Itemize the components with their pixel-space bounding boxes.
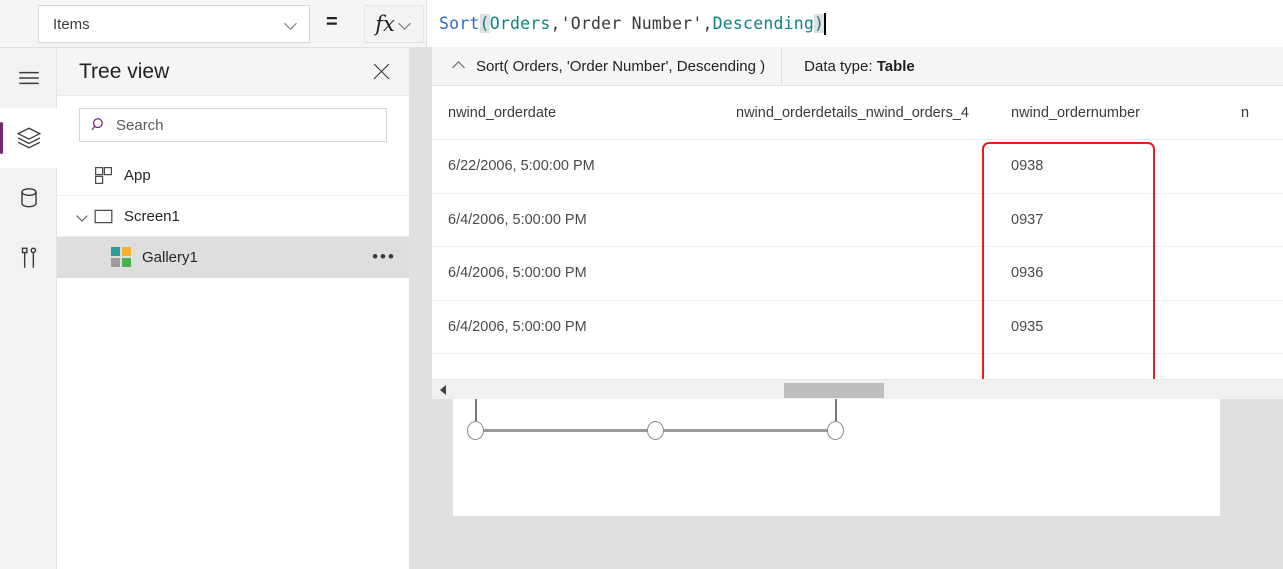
tree-view-header: Tree view <box>57 48 409 96</box>
horizontal-scrollbar[interactable] <box>432 379 1283 399</box>
table-row[interactable]: 6/22/2006, 5:00:00 PM 0938 <box>432 140 1283 194</box>
table-header-row: nwind_orderdate nwind_orderdetails_nwind… <box>432 86 1283 140</box>
tree-item-screen1[interactable]: Screen1 <box>57 196 409 237</box>
search-placeholder: Search <box>116 116 164 134</box>
formula-token-order-number: 'Order Number' <box>560 14 703 33</box>
formula-result-pane: Sort( Orders, 'Order Number', Descending… <box>432 46 1283 404</box>
selection-overlay <box>453 399 1220 516</box>
table-row[interactable]: 6/4/2006, 5:00:00 PM 0937 <box>432 194 1283 247</box>
formula-comma-2: , <box>702 14 713 33</box>
media-tools-icon <box>21 247 36 268</box>
formula-comma-1: , <box>550 14 561 33</box>
database-icon <box>20 188 37 208</box>
scroll-left-arrow-icon[interactable] <box>432 380 454 400</box>
resize-handle-icon[interactable] <box>827 421 844 440</box>
tree-item-label: Screen1 <box>124 207 180 225</box>
data-type-label: Data type: <box>804 57 873 75</box>
close-icon[interactable] <box>371 61 393 83</box>
cell-orderdate: 6/4/2006, 5:00:00 PM <box>448 318 587 335</box>
tree-item-overflow-button[interactable]: ••• <box>369 247 399 267</box>
app-grid-icon <box>95 166 112 184</box>
cell-ordernumber: 0937 <box>1011 211 1044 228</box>
scrollbar-thumb[interactable] <box>784 383 884 398</box>
column-header-ordernumber[interactable]: nwind_ordernumber <box>995 105 1225 121</box>
cell-ordernumber: 0935 <box>1011 318 1044 335</box>
result-header: Sort( Orders, 'Order Number', Descending… <box>432 46 1283 86</box>
tree-item-app[interactable]: App <box>57 155 409 196</box>
result-formula-summary-row[interactable]: Sort( Orders, 'Order Number', Descending… <box>432 46 783 86</box>
tree-item-label: Gallery1 <box>142 248 198 266</box>
hamburger-menu-icon <box>18 71 39 85</box>
table-row[interactable]: 6/4/2006, 5:00:00 PM 0935 <box>432 301 1283 354</box>
formula-token-sort: Sort <box>439 14 480 33</box>
result-grid: nwind_orderdate nwind_orderdetails_nwind… <box>432 86 1283 404</box>
cell-ordernumber: 0936 <box>1011 265 1044 282</box>
fx-icon: fx <box>375 11 395 36</box>
formula-token-close-paren: ) <box>814 14 825 33</box>
text-caret <box>824 12 827 35</box>
cell-orderdate: 6/4/2006, 5:00:00 PM <box>448 265 587 282</box>
column-header-orderdate[interactable]: nwind_orderdate <box>432 105 720 121</box>
resize-handle-icon[interactable] <box>467 421 484 440</box>
formula-token-open-paren: ( <box>479 14 490 33</box>
table-row[interactable]: 6/4/2006, 5:00:00 PM 0936 <box>432 247 1283 301</box>
gallery-icon <box>111 246 132 268</box>
result-formula-summary: Sort( Orders, 'Order Number', Descending… <box>476 57 766 75</box>
tree-list: App Screen1 Gallery1 ••• <box>57 155 409 278</box>
panel-title: Tree view <box>79 59 170 83</box>
search-input[interactable]: Search <box>79 108 387 142</box>
formula-token-orders: Orders <box>489 14 551 33</box>
rail-item-menu[interactable] <box>0 48 57 108</box>
screen-icon <box>94 209 113 223</box>
column-header-orderdetails[interactable]: nwind_orderdetails_nwind_orders_4 <box>720 105 995 121</box>
chevron-down-icon[interactable] <box>75 207 93 225</box>
tree-view-panel: Tree view Search App Screen1 Gallery1 ••… <box>57 48 410 569</box>
tree-item-gallery1[interactable]: Gallery1 ••• <box>57 237 409 278</box>
cell-orderdate: 6/4/2006, 5:00:00 PM <box>448 211 587 228</box>
cell-ordernumber: 0938 <box>1011 158 1044 175</box>
resize-handle-icon[interactable] <box>647 421 664 440</box>
data-type-value: Table <box>876 57 915 75</box>
data-type-info: Data type: Table <box>782 58 915 75</box>
equals-label: = <box>326 11 338 33</box>
property-select-value: Items <box>53 15 90 33</box>
cell-orderdate: 6/22/2006, 5:00:00 PM <box>448 158 595 175</box>
tree-item-label: App <box>124 166 151 184</box>
left-icon-rail <box>0 48 57 569</box>
search-icon <box>91 118 103 131</box>
layers-icon <box>16 127 41 149</box>
chevron-up-icon[interactable] <box>452 59 466 73</box>
rail-item-data[interactable] <box>0 168 57 228</box>
search-container: Search <box>57 96 409 142</box>
chevron-down-icon <box>399 17 413 31</box>
chevron-down-icon <box>285 17 299 31</box>
rail-item-media[interactable] <box>0 228 57 288</box>
formula-toolbar: Items = fx Sort( Orders, 'Order Number',… <box>0 0 1283 48</box>
column-header-next[interactable]: n <box>1225 105 1283 121</box>
formula-input[interactable]: Sort( Orders, 'Order Number', Descending… <box>426 0 1283 47</box>
formula-token-descending: Descending <box>712 14 814 33</box>
property-select[interactable]: Items <box>38 5 310 43</box>
fx-button[interactable]: fx <box>364 5 424 43</box>
rail-item-tree-view[interactable] <box>0 108 57 168</box>
